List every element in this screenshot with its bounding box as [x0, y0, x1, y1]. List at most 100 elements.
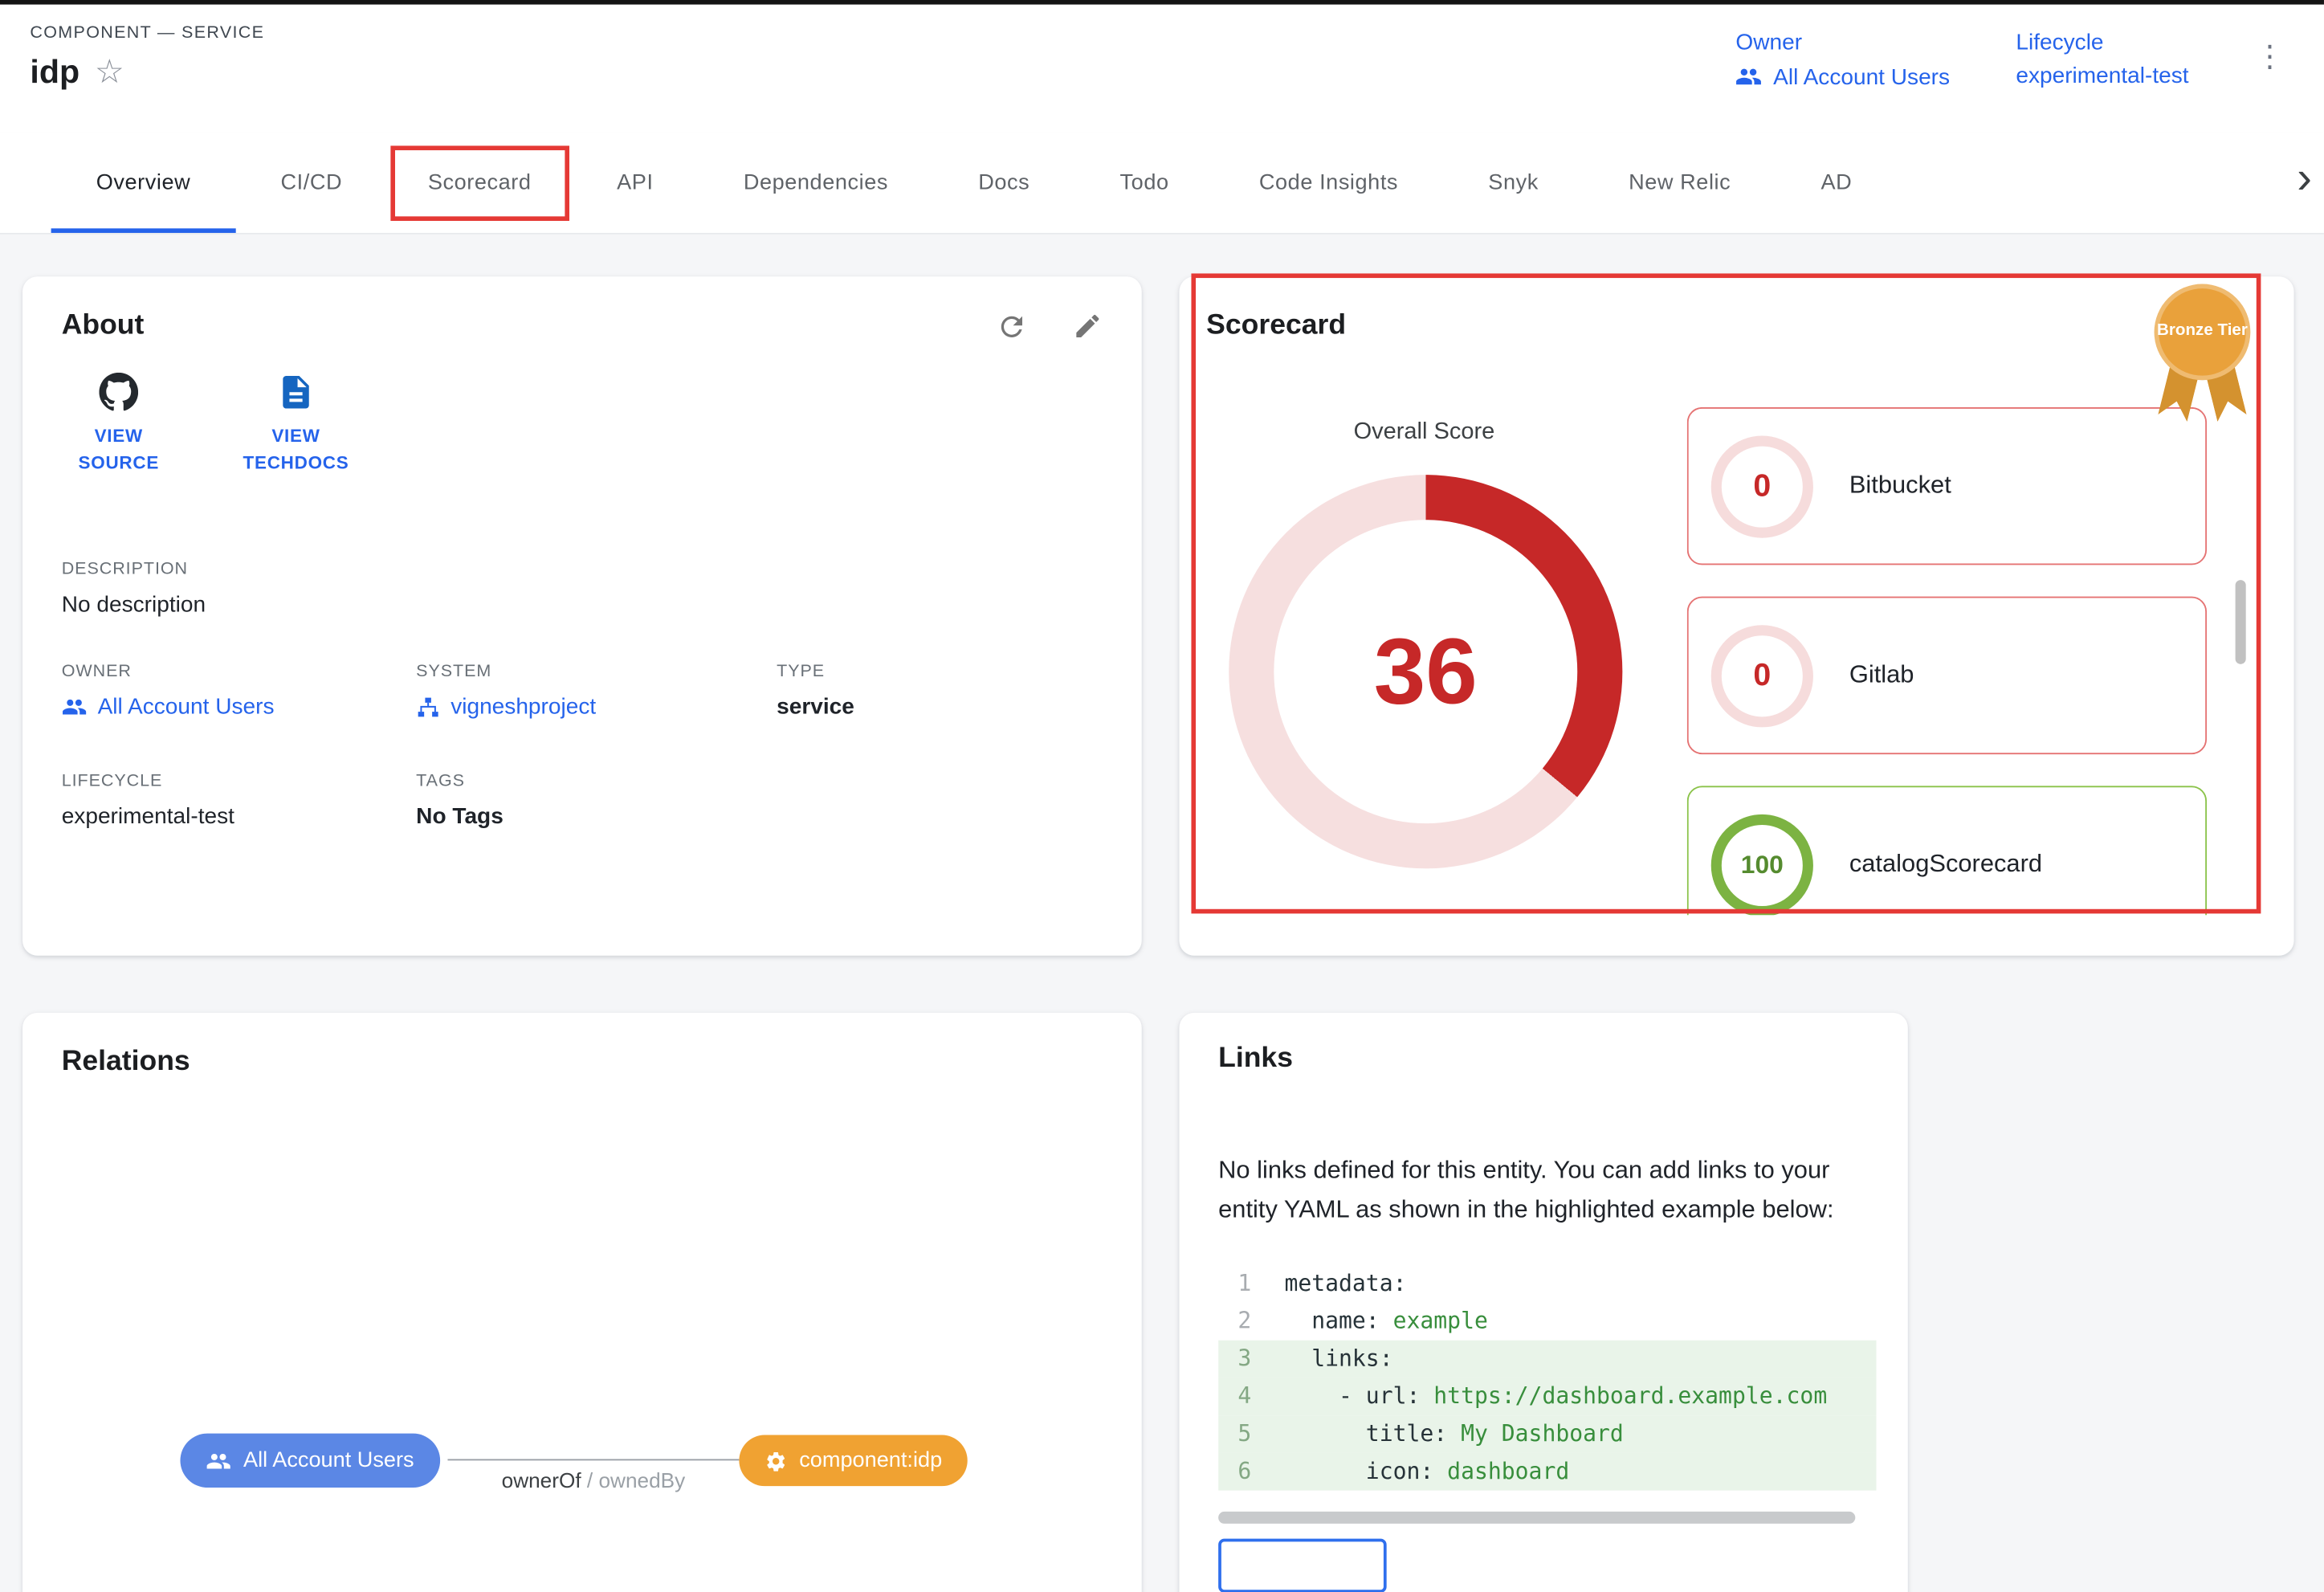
line-number: 6	[1230, 1453, 1251, 1491]
tab-ad-clipped[interactable]: AD	[1776, 133, 1897, 233]
tab-api[interactable]: API	[572, 133, 699, 233]
code-value: example	[1393, 1303, 1488, 1341]
tab-label: New Relic	[1629, 170, 1731, 194]
tier-badge-label: Bronze Tier	[2155, 284, 2251, 381]
edit-pencil-icon[interactable]	[1073, 310, 1103, 341]
techdocs-document-icon	[276, 373, 316, 412]
type-field: TYPE service	[777, 663, 1103, 727]
tab-overview[interactable]: Overview	[51, 133, 236, 233]
line-number: 1	[1230, 1265, 1251, 1303]
code-key: metadata:	[1284, 1265, 1406, 1303]
system-hub-icon	[416, 695, 440, 719]
scorecard-card: Scorecard Bronze Tier Overall Score 36 0…	[1179, 276, 2293, 956]
type-field-value: service	[777, 694, 1103, 720]
page: COMPONENT — SERVICE idp ☆ Owner All Acco…	[0, 0, 2324, 1592]
code-key: icon:	[1284, 1453, 1447, 1491]
yaml-code-block: 1metadata: 2 name: example 3 links: 4 - …	[1218, 1265, 1876, 1491]
description-field-value: No description	[62, 592, 1103, 618]
relation-node-component[interactable]: component:idp	[739, 1435, 968, 1487]
overall-score-label: Overall Score	[1229, 419, 1619, 447]
github-icon	[99, 373, 138, 412]
score-ring: 0	[1711, 624, 1813, 726]
tab-new-relic[interactable]: New Relic	[1584, 133, 1776, 233]
links-empty-message: No links defined for this entity. You ca…	[1218, 1151, 1879, 1229]
relation-edge-label: ownerOf / ownedBy	[459, 1468, 729, 1492]
score-list: 0 Bitbucket 0 Gitlab 100 catalogScorecar…	[1687, 407, 2207, 915]
owner-field: OWNER All Account Users	[62, 663, 416, 727]
entity-header-left: COMPONENT — SERVICE idp ☆	[30, 24, 1735, 92]
favorite-star-icon[interactable]: ☆	[95, 55, 124, 88]
tab-dependencies[interactable]: Dependencies	[699, 133, 933, 233]
view-source-action[interactable]: VIEW SOURCE	[62, 373, 176, 476]
content-area: About VIEW SOURCE	[0, 235, 2324, 1592]
edge-label-primary: ownerOf	[502, 1468, 581, 1492]
people-icon	[62, 694, 88, 720]
score-value: 0	[1753, 468, 1771, 504]
view-techdocs-action[interactable]: VIEW TECHDOCS	[239, 373, 353, 476]
type-field-label: TYPE	[777, 663, 1103, 680]
tab-label: Scorecard	[428, 170, 532, 194]
system-entity-name: vigneshproject	[451, 694, 596, 720]
relations-card-title: Relations	[62, 1046, 1103, 1079]
entity-tabbar: Overview CI/CD Scorecard API Dependencie…	[0, 133, 2324, 235]
view-techdocs-label: VIEW TECHDOCS	[239, 422, 353, 476]
code-key: name:	[1284, 1303, 1392, 1341]
tab-label: Code Insights	[1259, 170, 1398, 194]
tab-label: Docs	[978, 170, 1029, 194]
overall-score-value: 36	[1374, 618, 1478, 725]
page-title: idp	[30, 52, 80, 92]
relation-node-label: component:idp	[799, 1448, 942, 1472]
tags-field: TAGS No Tags	[416, 773, 777, 830]
score-item-catalogscorecard[interactable]: 100 catalogScorecard	[1687, 786, 2207, 915]
tab-cicd[interactable]: CI/CD	[235, 133, 387, 233]
tab-label: CI/CD	[281, 170, 343, 194]
relations-card: Relations ownerOf / ownedBy All Account …	[22, 1013, 1142, 1592]
tabs-scroll-right-chevron-icon[interactable]: ›	[2297, 153, 2312, 204]
lifecycle-field: LIFECYCLE experimental-test	[62, 773, 416, 830]
overall-score-donut: 36	[1229, 475, 1622, 868]
owner-label: Owner	[1735, 30, 1950, 55]
tab-label: Dependencies	[744, 170, 888, 194]
relation-node-owner[interactable]: All Account Users	[180, 1434, 439, 1488]
score-value: 0	[1753, 657, 1771, 693]
links-card: Links No links defined for this entity. …	[1179, 1013, 1907, 1592]
tab-docs[interactable]: Docs	[933, 133, 1074, 233]
tags-field-label: TAGS	[416, 773, 777, 790]
system-entity-link[interactable]: vigneshproject	[416, 694, 596, 720]
code-value: https://dashboard.example.com	[1433, 1378, 1827, 1415]
score-ring: 0	[1711, 435, 1813, 537]
owner-value: All Account Users	[1773, 64, 1950, 90]
kebab-menu-icon[interactable]: ⋮	[2255, 42, 2285, 71]
score-list-scrollbar[interactable]	[2236, 580, 2246, 664]
scorecard-card-title: Scorecard	[1206, 309, 2267, 342]
code-line-4: 4 - url: https://dashboard.example.com	[1218, 1378, 1876, 1415]
owner-value-link[interactable]: All Account Users	[1735, 63, 1950, 91]
owner-entity-link[interactable]: All Account Users	[62, 694, 275, 720]
tab-todo[interactable]: Todo	[1074, 133, 1213, 233]
links-card-action-button-clipped[interactable]	[1218, 1539, 1387, 1592]
score-value: 100	[1741, 850, 1784, 880]
refresh-icon[interactable]	[996, 310, 1027, 341]
code-value: dashboard	[1447, 1453, 1569, 1491]
view-source-label: VIEW SOURCE	[62, 422, 176, 476]
code-key: links:	[1284, 1341, 1392, 1378]
score-name: Bitbucket	[1849, 471, 1951, 500]
score-item-gitlab[interactable]: 0 Gitlab	[1687, 597, 2207, 754]
about-card-title: About	[62, 309, 145, 342]
tab-label: Overview	[96, 170, 191, 194]
score-item-bitbucket[interactable]: 0 Bitbucket	[1687, 407, 2207, 565]
header-lifecycle-block: Lifecycle experimental-test	[2016, 30, 2188, 88]
tab-label: AD	[1820, 170, 1852, 194]
relation-edge-line	[447, 1459, 739, 1460]
about-card: About VIEW SOURCE	[22, 276, 1142, 956]
lifecycle-field-value: experimental-test	[62, 804, 416, 830]
system-field: SYSTEM vigneshproject	[416, 663, 777, 727]
description-field-label: DESCRIPTION	[62, 561, 1103, 578]
links-card-title: Links	[1218, 1043, 1869, 1076]
tab-scorecard[interactable]: Scorecard	[395, 149, 565, 215]
code-key: title:	[1284, 1415, 1461, 1453]
entity-header: COMPONENT — SERVICE idp ☆ Owner All Acco…	[0, 0, 2324, 133]
tab-code-insights[interactable]: Code Insights	[1214, 133, 1443, 233]
tab-snyk[interactable]: Snyk	[1443, 133, 1584, 233]
code-horizontal-scrollbar[interactable]	[1218, 1512, 1855, 1524]
